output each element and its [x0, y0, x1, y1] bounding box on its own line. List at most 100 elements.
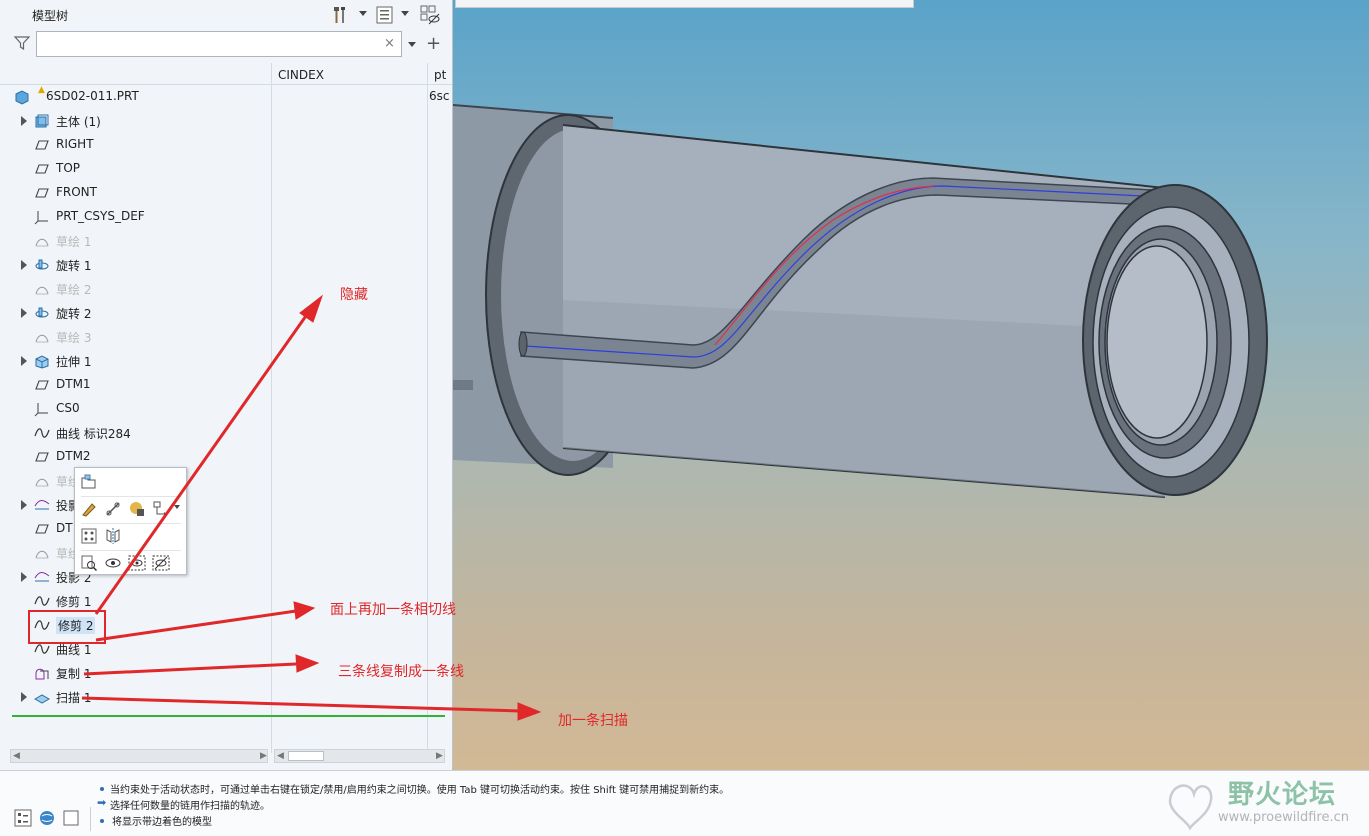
tree-item-label: RIGHT — [56, 137, 94, 151]
sketch-icon — [35, 478, 49, 487]
watermark-logo-icon — [1168, 784, 1213, 831]
hide-icon[interactable] — [128, 554, 146, 572]
hide-others-icon[interactable] — [152, 554, 170, 572]
column-header: CINDEX pt — [0, 63, 452, 85]
graphics-viewport[interactable] — [453, 0, 1369, 770]
scrollbar-thumb[interactable] — [288, 751, 324, 761]
annotation-copy-merge: 三条线复制成一条线 — [338, 664, 464, 680]
datum-plane-icon — [35, 188, 49, 198]
tree-item[interactable]: PRT_CSYS_DEF — [0, 205, 440, 229]
status-message-1: 当约束处于活动状态时，可通过单击右键在锁定/禁用/启用约束之间切换。使用 Tab… — [110, 785, 730, 796]
tree-item[interactable]: CS0 — [0, 397, 440, 421]
tree-item-label: 旋转 2 — [56, 307, 92, 321]
reorder-icon[interactable] — [152, 500, 170, 518]
expand-arrow-icon[interactable] — [21, 500, 27, 510]
tree-item-label: 复制 1 — [56, 667, 92, 681]
filter-icon[interactable] — [14, 35, 30, 51]
browser-toggle-icon[interactable] — [38, 809, 56, 827]
insert-here-line[interactable] — [12, 715, 445, 717]
column-cindex[interactable]: CINDEX — [278, 68, 324, 82]
clear-search-icon[interactable]: × — [384, 36, 395, 51]
selection-highlight-box — [28, 610, 106, 644]
tree-item[interactable]: 旋转 2 — [0, 301, 440, 325]
settings-dropdown-caret[interactable] — [359, 11, 367, 16]
full-screen-icon[interactable] — [62, 809, 80, 827]
tree-item[interactable]: DT — [0, 517, 440, 541]
model-render[interactable] — [453, 0, 1369, 770]
tree-root-part[interactable]: ▲ 6SD02-011.PRT 6sc — [0, 85, 449, 109]
horizontal-scrollbar[interactable]: ◀ ▶ ◀ ▶ — [10, 749, 445, 763]
message-bullet — [100, 787, 104, 791]
curve-icon — [34, 596, 50, 606]
tree-item[interactable]: DTM1 — [0, 373, 440, 397]
status-message-3: 将显示带边着色的模型 — [112, 817, 212, 828]
view-toolbar[interactable] — [455, 0, 914, 8]
solid-body-icon — [35, 114, 49, 128]
tree-item[interactable]: FRONT — [0, 181, 440, 205]
tree-item-label: DTM2 — [56, 449, 91, 463]
datum-plane-icon — [35, 164, 49, 174]
tree-item-label: TOP — [56, 161, 81, 175]
tree-item[interactable]: 草绘 2 — [0, 277, 440, 301]
datum-plane-icon — [35, 140, 49, 150]
tree-item[interactable]: 投影 — [0, 493, 440, 517]
open-folder-icon[interactable] — [80, 473, 98, 491]
tree-item[interactable]: 主体 (1) — [0, 109, 440, 133]
add-filter-icon[interactable]: + — [426, 33, 441, 54]
tree-item-label: 修剪 1 — [56, 595, 92, 609]
tree-item-label: CS0 — [56, 401, 80, 415]
tree-display-icon[interactable] — [375, 5, 395, 25]
zoom-to-selected-icon[interactable] — [80, 554, 98, 572]
expand-arrow-icon[interactable] — [21, 116, 27, 126]
tree-item[interactable]: DTM2 — [0, 445, 440, 469]
tree-item[interactable]: 投影 2 — [0, 565, 440, 589]
tree-item-label: 主体 (1) — [56, 115, 101, 129]
tree-item-label: 6SD02-011.PRT — [46, 89, 139, 103]
tree-item[interactable]: 草绘 1 — [0, 229, 440, 253]
settings-tools-icon[interactable] — [331, 5, 351, 25]
copy-icon — [35, 668, 49, 680]
mirror-icon[interactable] — [104, 527, 122, 545]
watermark-url: www.proewildfire.cn — [1218, 810, 1349, 825]
status-message-2: 选择任何数量的链用作扫描的轨迹。 — [110, 801, 270, 812]
search-input[interactable] — [36, 31, 402, 57]
model-tree-toggle-icon[interactable] — [14, 809, 32, 827]
tree-item[interactable]: 草绘 — [0, 541, 440, 565]
more-dropdown-caret[interactable] — [174, 505, 180, 509]
show-icon[interactable] — [104, 554, 122, 572]
tree-item-label: 草绘 1 — [56, 235, 92, 249]
display-dropdown-caret[interactable] — [401, 11, 409, 16]
tree-item[interactable]: RIGHT — [0, 133, 440, 157]
tree-item[interactable]: 扫描 1 — [0, 685, 440, 709]
tree-item-label: 旋转 1 — [56, 259, 92, 273]
tree-item[interactable]: 曲线 标识284 — [0, 421, 440, 445]
expand-arrow-icon[interactable] — [21, 572, 27, 582]
mini-toolbar-popup — [74, 467, 187, 575]
pattern-icon[interactable] — [80, 527, 98, 545]
tree-item[interactable]: TOP — [0, 157, 440, 181]
revolve-icon — [35, 259, 49, 270]
appearance-icon[interactable] — [128, 500, 146, 518]
edit-definition-icon[interactable] — [80, 500, 98, 518]
datum-plane-icon — [35, 452, 49, 462]
watermark: 野火论坛 www.proewildfire.cn — [1158, 770, 1369, 836]
expand-arrow-icon[interactable] — [21, 308, 27, 318]
tree-item-label: 草绘 2 — [56, 283, 92, 297]
tree-item[interactable]: 草绘 3 — [0, 325, 440, 349]
tree-item[interactable]: 拉伸 1 — [0, 349, 440, 373]
expand-arrow-icon[interactable] — [21, 260, 27, 270]
expand-arrow-icon[interactable] — [21, 692, 27, 702]
show-hidden-icon[interactable] — [420, 5, 440, 25]
csys-icon — [34, 211, 48, 225]
tree-item[interactable]: 旋转 1 — [0, 253, 440, 277]
annotation-hide: 隐藏 — [340, 287, 368, 303]
panel-title: 模型树 — [32, 9, 69, 23]
datum-plane-icon — [35, 380, 49, 390]
arrow-bullet-icon: ➡ — [97, 796, 107, 809]
expand-arrow-icon[interactable] — [21, 356, 27, 366]
filter-dropdown-caret[interactable] — [408, 42, 416, 47]
projection-icon — [34, 572, 50, 582]
edit-references-icon[interactable] — [104, 500, 122, 518]
tree-item[interactable]: 草绘 — [0, 469, 440, 493]
column-pt[interactable]: pt — [434, 68, 446, 82]
